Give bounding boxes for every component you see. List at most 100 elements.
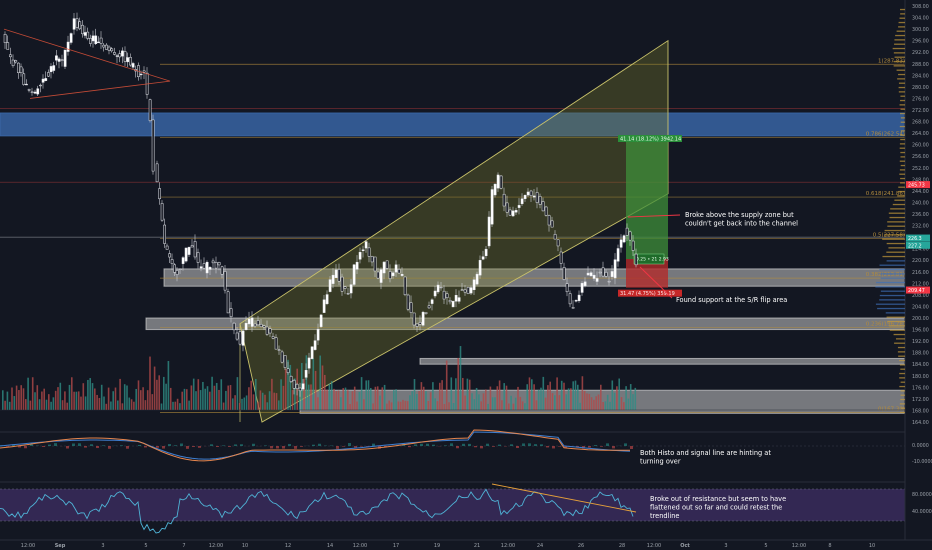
macd-histogram-bar bbox=[510, 444, 513, 446]
trading-chart[interactable]: 1(287.83)0.786(262.54)0.618(241.86)0.5(2… bbox=[0, 0, 932, 550]
volume-bar bbox=[588, 393, 591, 410]
candle-body bbox=[187, 246, 191, 255]
price-tick-9: 272.00 bbox=[912, 108, 929, 114]
macd-histogram-bar bbox=[468, 443, 471, 446]
candle-body bbox=[163, 224, 166, 244]
volume-profile-bar bbox=[900, 368, 905, 370]
candle-body bbox=[436, 284, 440, 293]
volume-bar bbox=[245, 395, 248, 410]
macd-histogram-bar bbox=[240, 444, 243, 446]
macd-histogram-bar bbox=[600, 446, 603, 447]
macd-histogram-bar bbox=[492, 446, 495, 447]
volume-bar bbox=[310, 384, 312, 410]
candle-body bbox=[256, 320, 260, 326]
volume-bar bbox=[330, 381, 333, 410]
volume-bar bbox=[333, 388, 335, 410]
candle-body bbox=[36, 88, 40, 95]
candle-body bbox=[72, 18, 76, 30]
candle-body bbox=[499, 175, 503, 189]
volume-bar bbox=[393, 390, 395, 410]
volume-bar bbox=[416, 393, 418, 410]
volume-profile-bar bbox=[894, 342, 905, 344]
candle-body bbox=[14, 60, 18, 63]
volume-bar bbox=[452, 402, 455, 410]
volume-bar bbox=[61, 400, 64, 410]
macd-histogram-bar bbox=[138, 444, 141, 446]
volume-bar bbox=[123, 384, 126, 410]
price-tick-32: 180.00 bbox=[912, 374, 929, 380]
candle-body bbox=[115, 55, 119, 57]
volume-bar bbox=[243, 397, 246, 410]
candle-body bbox=[559, 251, 563, 264]
macd-histogram-bar bbox=[48, 444, 51, 446]
macd-histogram-bar bbox=[102, 445, 105, 446]
volume-profile-bar bbox=[886, 260, 905, 262]
macd-histogram-bar bbox=[336, 446, 339, 449]
candle-body bbox=[316, 328, 320, 341]
volume-bar bbox=[625, 386, 627, 410]
volume-bar bbox=[103, 396, 105, 410]
macd-histogram-bar bbox=[558, 446, 561, 447]
candle-body bbox=[94, 35, 98, 44]
target-zone bbox=[626, 136, 668, 259]
volume-bar bbox=[427, 401, 430, 410]
candle-body bbox=[49, 66, 53, 73]
volume-profile-bar bbox=[879, 268, 905, 271]
candle-body bbox=[30, 91, 34, 93]
volume-profile-bar bbox=[889, 216, 905, 219]
volume-profile-bar bbox=[879, 294, 905, 297]
volume-bar bbox=[110, 401, 112, 410]
time-tick-3: 5 bbox=[144, 543, 147, 549]
macd-histogram-bar bbox=[552, 446, 555, 449]
volume-bar bbox=[547, 385, 549, 410]
volume-profile-bar bbox=[898, 21, 905, 24]
time-tick-13: 12:00 bbox=[501, 543, 515, 549]
volume-bar bbox=[514, 397, 517, 410]
candle-body bbox=[151, 119, 155, 172]
volume-bar bbox=[151, 394, 154, 410]
macd-histogram-bar bbox=[252, 443, 255, 446]
volume-bar bbox=[227, 385, 229, 410]
candle-body bbox=[66, 41, 70, 52]
volume-profile-bar bbox=[898, 190, 905, 193]
volume-profile-bar bbox=[899, 359, 905, 362]
volume-bar bbox=[632, 394, 634, 410]
candle-body bbox=[289, 376, 293, 382]
volume-bar bbox=[140, 390, 142, 410]
price-tick-8: 276.00 bbox=[912, 96, 929, 102]
candle-body bbox=[544, 206, 548, 216]
volume-bar bbox=[18, 390, 20, 410]
volume-bar bbox=[96, 394, 98, 410]
volume-bar bbox=[41, 391, 43, 410]
macd-histogram-bar bbox=[24, 446, 27, 449]
volume-profile-bar bbox=[875, 286, 905, 288]
volume-bar bbox=[20, 385, 22, 410]
candle-body bbox=[430, 299, 434, 304]
macd-histogram-bar bbox=[6, 446, 9, 447]
macd-histogram-bar bbox=[234, 444, 237, 446]
candle-body bbox=[86, 31, 90, 39]
candle-body bbox=[286, 368, 290, 373]
volume-profile-bar bbox=[900, 99, 905, 102]
volume-bar bbox=[581, 376, 584, 410]
candle-body bbox=[379, 269, 383, 283]
candle-body bbox=[565, 283, 569, 293]
candle-body bbox=[262, 325, 266, 328]
candle-body bbox=[170, 259, 174, 264]
candle-body bbox=[322, 299, 326, 313]
volume-bar bbox=[347, 390, 349, 410]
volume-profile-bar bbox=[879, 264, 905, 266]
candle-body bbox=[427, 305, 431, 309]
volume-bar bbox=[188, 400, 190, 410]
candle-body bbox=[550, 220, 554, 228]
volume-bar bbox=[73, 391, 75, 410]
candle-body bbox=[328, 279, 332, 292]
macd-histogram-bar bbox=[96, 446, 99, 449]
price-tick-29: 192.00 bbox=[912, 339, 929, 345]
volume-bar bbox=[186, 389, 188, 410]
macd-histogram-bar bbox=[360, 446, 363, 447]
macd-histogram-bar bbox=[450, 443, 453, 446]
candle-body bbox=[223, 271, 227, 291]
candle-body bbox=[235, 332, 239, 340]
macd-histogram-bar bbox=[540, 444, 543, 446]
